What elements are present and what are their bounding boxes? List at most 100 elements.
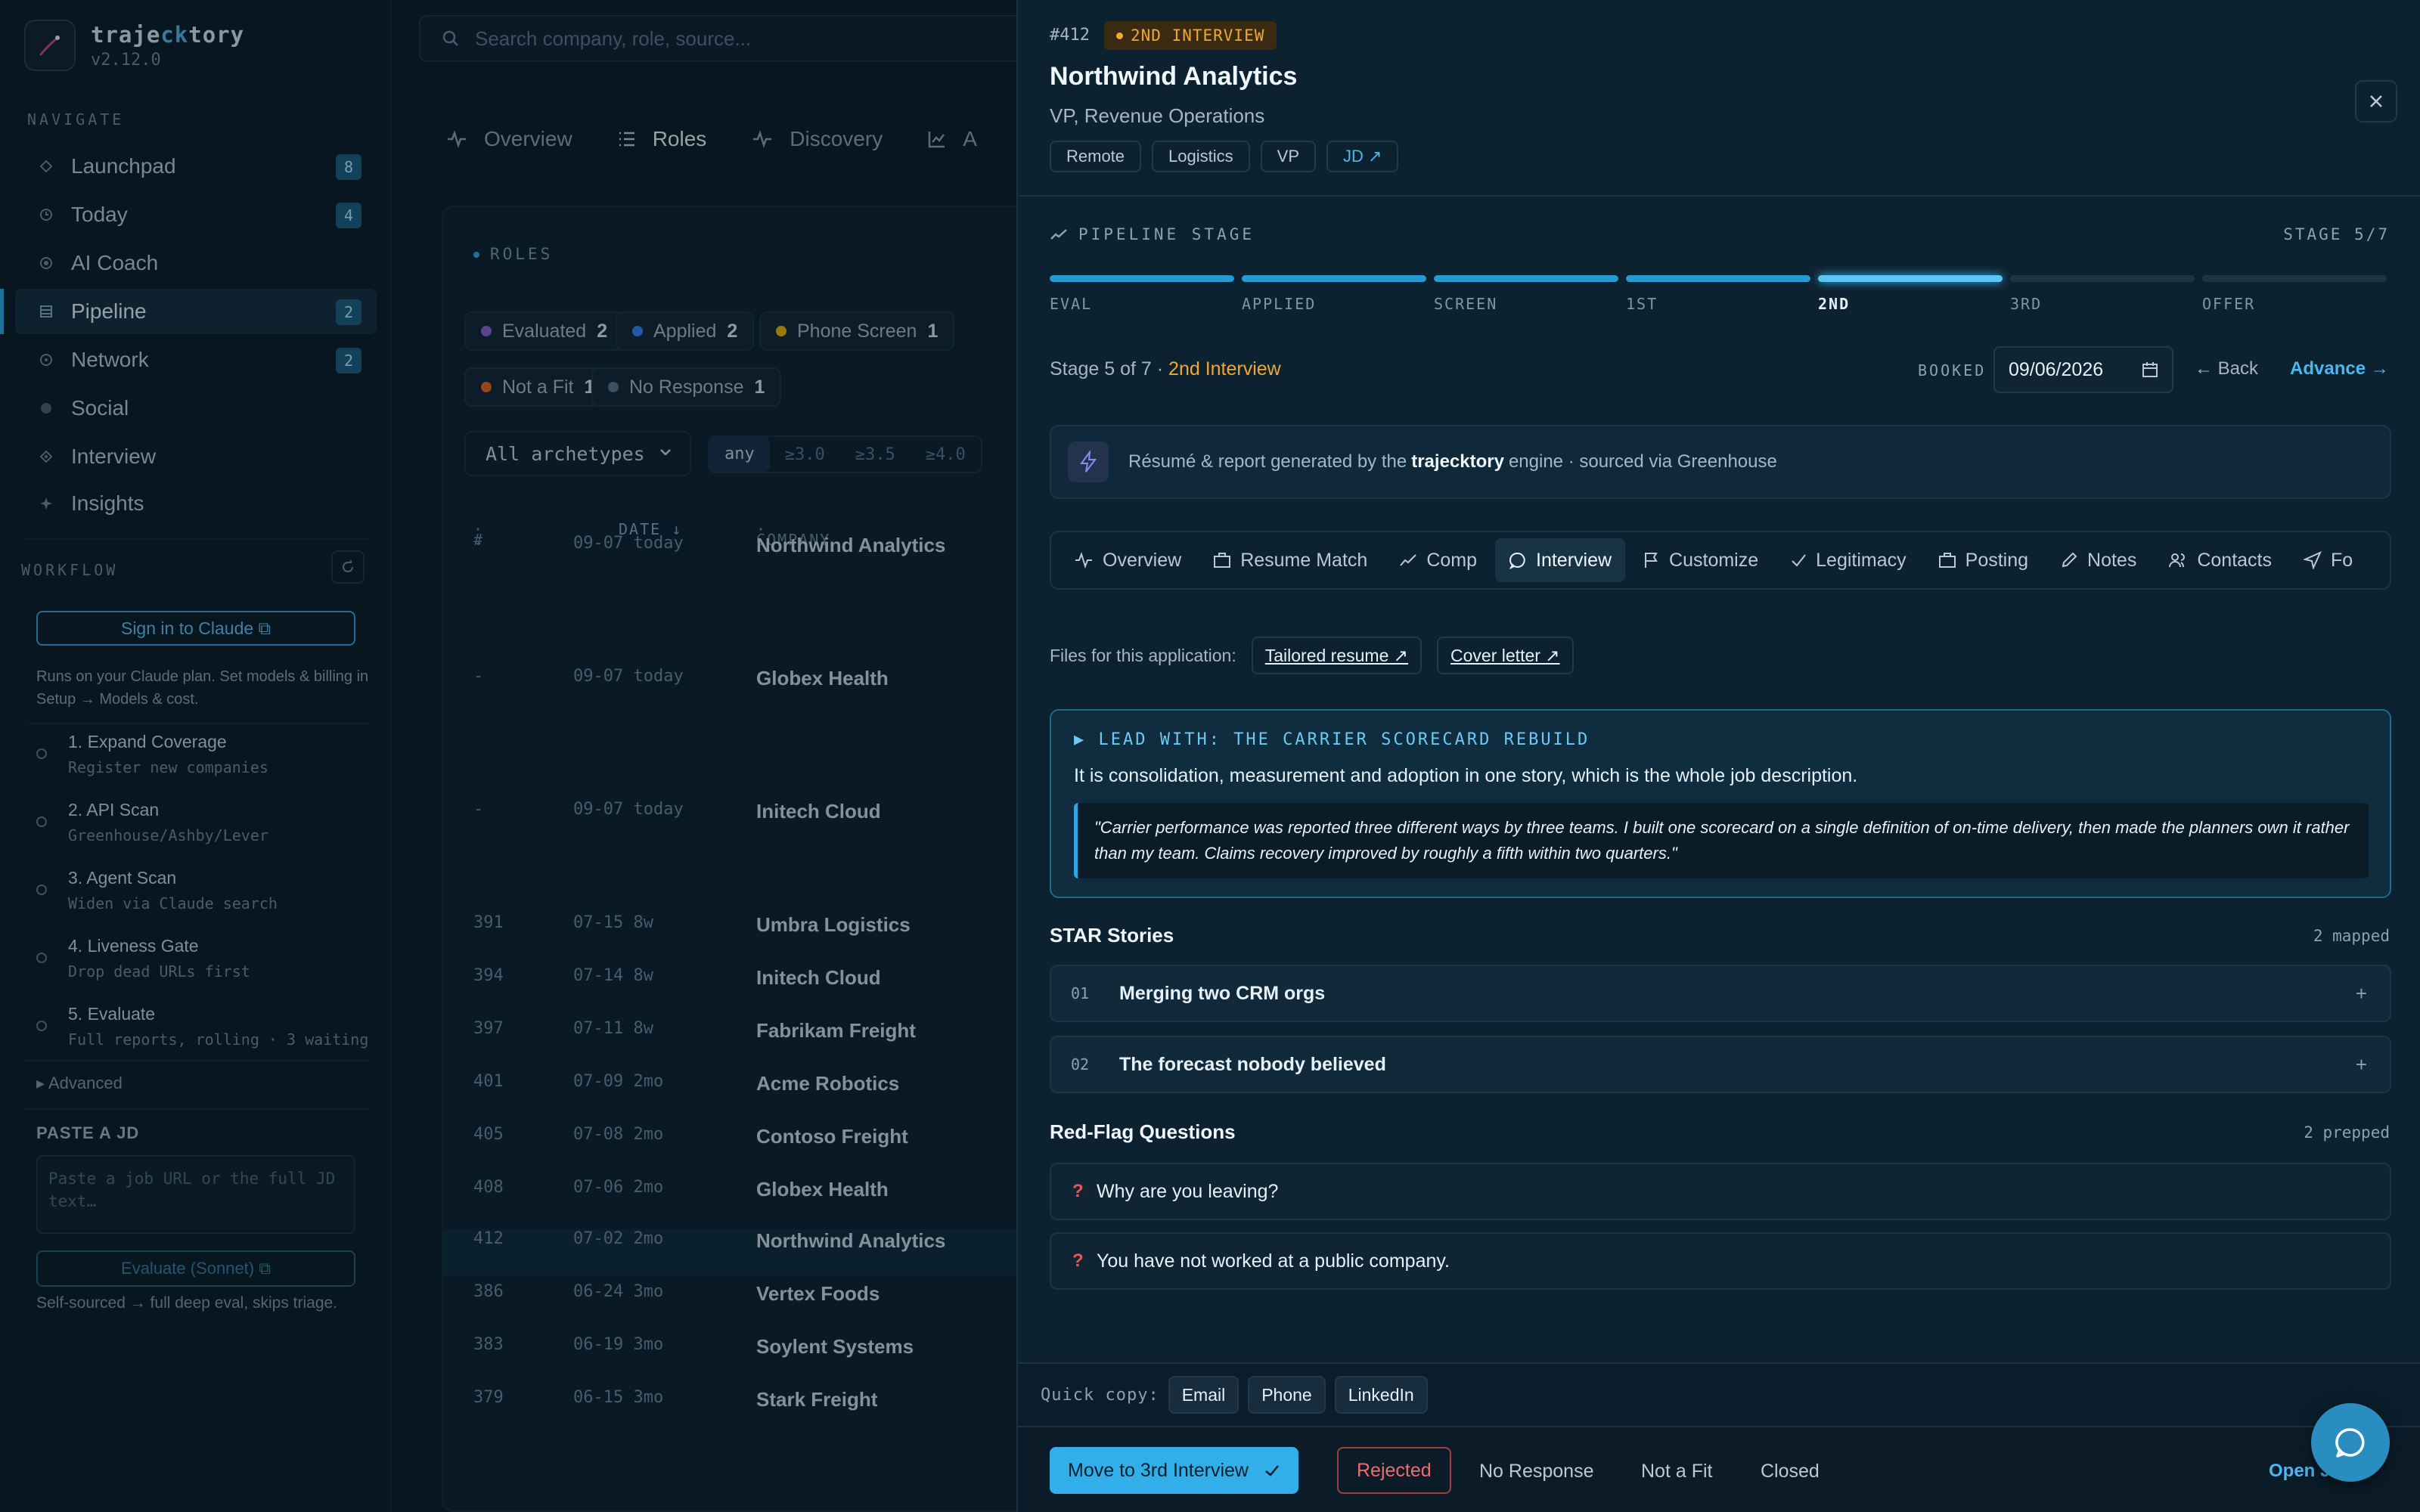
table-row[interactable]: 383 06-19 3mo Soylent Systems [443,1335,1033,1380]
workflow-step[interactable]: 3. Agent Scan Widen via Claude search [36,868,377,912]
table-row[interactable]: 379 06-15 3mo Stark Freight [443,1388,1033,1433]
tab-discovery[interactable]: Discovery [752,127,883,151]
tab-contacts[interactable]: Contacts [2155,538,2285,582]
filter-chip-applied[interactable]: Applied 2 [616,311,755,351]
step-sub: Full reports, rolling · 3 waiting [68,1030,369,1049]
back-button[interactable]: ← Back [2195,358,2258,380]
stage-progress-segment[interactable] [1818,275,2003,282]
close-button[interactable] [2355,80,2397,122]
sidebar: trajecktory v2.12.0 NAVIGATE Launchpad 8… [0,0,392,1512]
stage-progress-segment[interactable] [1242,275,1426,282]
table-row[interactable]: - 09-07 today Northwind Analytics [443,534,1033,594]
nav-item-network[interactable]: Network 2 [15,337,377,383]
stage-progress-segment[interactable] [1434,275,1618,282]
red-flag-title: Red-Flag Questions [1050,1120,1236,1143]
cover-letter-link[interactable]: Cover letter ↗ [1437,637,1574,674]
filter-chip-phone-screen[interactable]: Phone Screen 1 [759,311,955,351]
star-story[interactable]: 01 Merging two CRM orgs + [1050,965,2391,1022]
tab-comp[interactable]: Comp [1385,538,1491,582]
workflow-step[interactable]: 4. Liveness Gate Drop dead URLs first [36,936,377,981]
paste-jd-input[interactable]: Paste a job URL or the full JD text… [36,1155,355,1234]
rating-option[interactable]: ≥3.5 [840,445,911,464]
tab-analytics[interactable]: A [928,127,977,151]
not-a-fit-button[interactable]: Not a Fit [1641,1461,1712,1483]
row-company: Northwind Analytics [756,1229,946,1252]
table-row[interactable]: 401 07-09 2mo Acme Robotics [443,1072,1033,1117]
advanced-toggle[interactable]: ▸ Advanced [36,1074,123,1093]
nav-badge: 8 [336,154,361,180]
nav-item-ai-coach[interactable]: AI Coach [15,240,377,286]
filter-chip-no-response[interactable]: No Response 1 [591,367,782,407]
table-row[interactable]: - 09-07 today Globex Health [443,667,1033,727]
tab-overview[interactable]: Overview [446,127,572,151]
jd-link[interactable]: JD ↗ [1326,141,1399,172]
nav-item-today[interactable]: Today 4 [15,192,377,237]
pulse-icon [752,130,773,148]
evaluate-button[interactable]: Evaluate (Sonnet) ⧉ [36,1250,355,1287]
closed-button[interactable]: Closed [1761,1461,1820,1483]
table-row[interactable]: 394 07-14 8w Initech Cloud [443,966,1033,1012]
nav-item-interview[interactable]: Interview [15,434,377,479]
move-stage-button[interactable]: Move to 3rd Interview [1050,1447,1298,1494]
stage-progress-segment[interactable] [2202,275,2387,282]
advance-button[interactable]: Advance → [2290,358,2389,380]
nav-badge: 2 [336,348,361,373]
table-row[interactable]: 408 07-06 2mo Globex Health [443,1178,1033,1223]
tab-overview[interactable]: Overview [1060,538,1195,582]
workflow-step[interactable]: 2. API Scan Greenhouse/Ashby/Lever [36,800,377,844]
table-row[interactable]: 412 07-02 2mo Northwind Analytics [443,1229,1033,1276]
rating-option[interactable]: any [709,437,770,472]
stage-progress-segment[interactable] [1050,275,1234,282]
stage-progress-segment[interactable] [2010,275,2195,282]
rating-option[interactable]: ≥3.0 [770,445,840,464]
tab-posting[interactable]: Posting [1925,538,2042,582]
filter-chip-not-a-fit[interactable]: Not a Fit 1 [464,367,612,407]
lead-title[interactable]: ▶ LEAD WITH: THE CARRIER SCORECARD REBUI… [1074,730,1590,749]
tab-interview[interactable]: Interview [1495,538,1626,582]
search-input[interactable]: Search company, role, source... [419,15,1039,62]
nav-item-pipeline[interactable]: Pipeline 2 [15,289,377,334]
rejected-button[interactable]: Rejected [1337,1447,1451,1494]
tailored-resume-link[interactable]: Tailored resume ↗ [1251,637,1423,674]
refresh-icon[interactable] [331,550,365,584]
copy-phone-button[interactable]: Phone [1248,1376,1326,1414]
table-row[interactable]: 386 06-24 3mo Vertex Foods [443,1282,1033,1328]
red-flag-question[interactable]: ? Why are you leaving? [1050,1163,2391,1220]
brand[interactable]: trajecktory v2.12.0 [24,20,244,71]
tab-legitimacy[interactable]: Legitimacy [1776,538,1920,582]
copy-email-button[interactable]: Email [1168,1376,1239,1414]
plus-icon[interactable]: + [2356,982,2367,1005]
trend-icon [1050,229,1067,240]
no-response-button[interactable]: No Response [1479,1461,1593,1483]
filter-chip-evaluated[interactable]: Evaluated 2 [464,311,625,351]
workflow-step[interactable]: 5. Evaluate Full reports, rolling · 3 wai… [36,1004,377,1049]
table-row[interactable]: 391 07-15 8w Umbra Logistics [443,913,1033,959]
nav-item-insights[interactable]: Insights [15,481,377,526]
calendar-icon[interactable] [2142,361,2158,378]
row-id: 412 [473,1229,504,1248]
workflow-step[interactable]: 1. Expand Coverage Register new companies [36,732,377,776]
red-flag-question[interactable]: ? You have not worked at a public company… [1050,1232,2391,1290]
tab-roles[interactable]: Roles [618,127,706,151]
plus-icon[interactable]: + [2356,1053,2367,1077]
table-row[interactable]: 405 07-08 2mo Contoso Freight [443,1125,1033,1170]
search-icon [442,29,460,48]
rating-option[interactable]: ≥4.0 [911,445,981,464]
star-story[interactable]: 02 The forecast nobody believed + [1050,1036,2391,1093]
archetype-select[interactable]: All archetypes [464,431,691,476]
stage-progress-segment[interactable] [1626,275,1810,282]
booked-date-input[interactable]: 09/06/2026 [1993,346,2173,393]
signin-claude-button[interactable]: Sign in to Claude ⧉ [36,611,355,646]
table-row[interactable]: - 09-07 today Initech Cloud [443,800,1033,860]
nav-section-label: NAVIGATE [27,110,125,129]
tab-notes[interactable]: Notes [2046,538,2150,582]
copy-linkedin-button[interactable]: LinkedIn [1334,1376,1428,1414]
table-row[interactable]: 397 07-11 8w Fabrikam Freight [443,1019,1033,1064]
nav-item-launchpad[interactable]: Launchpad 8 [15,144,377,189]
tab-resume-match[interactable]: Resume Match [1199,538,1381,582]
tab-customize[interactable]: Customize [1630,538,1772,582]
nav-item-social[interactable]: Social [15,386,377,431]
tab-follow-up[interactable]: Fo [2290,538,2366,582]
chat-fab-button[interactable] [2311,1403,2390,1482]
star-stories-count: 2 mapped [2313,927,2390,945]
